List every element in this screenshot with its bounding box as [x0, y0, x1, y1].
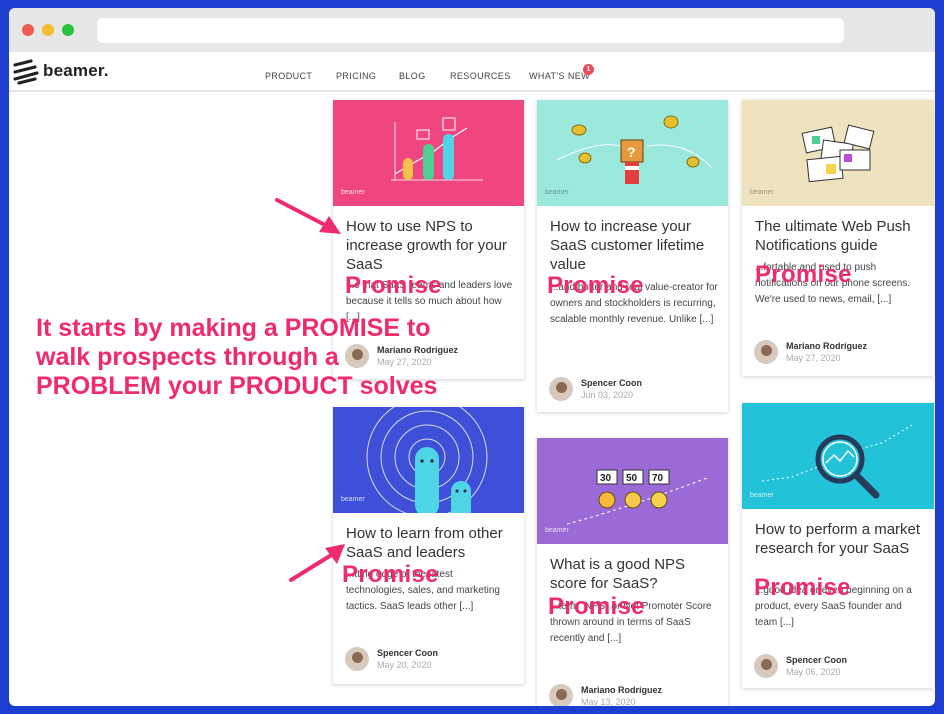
browser-chrome	[9, 8, 935, 52]
card-title[interactable]: How to increase your SaaS customer lifet…	[550, 217, 718, 274]
author-name[interactable]: Mariano Rodríguez	[786, 341, 867, 351]
card-thumbnail: beamer	[742, 403, 934, 509]
card-mini-logo: beamer	[545, 527, 569, 534]
address-bar[interactable]	[97, 18, 844, 43]
close-window-button[interactable]	[22, 24, 34, 36]
nav-product[interactable]: PRODUCT	[265, 71, 312, 81]
author-name[interactable]: Spencer Coon	[786, 655, 847, 665]
author-name[interactable]: Mariano Rodríguez	[581, 685, 662, 695]
card-thumbnail: 30 50 70 beamer	[537, 438, 728, 544]
promise-label-6: Promise	[754, 574, 851, 601]
author-name[interactable]: Spencer Coon	[377, 648, 438, 658]
promise-label-3: Promise	[755, 261, 852, 288]
score-30: 30	[600, 473, 612, 484]
card-title[interactable]: What is a good NPS score for SaaS?	[550, 555, 718, 593]
post-date: May 27, 2020	[786, 353, 841, 363]
score-50: 50	[626, 473, 638, 484]
nav-whats-new[interactable]: WHAT'S NEW	[529, 71, 590, 81]
nav-blog[interactable]: BLOG	[399, 71, 426, 81]
author-name[interactable]: Spencer Coon	[581, 378, 642, 388]
promise-label-5: Promise	[548, 593, 645, 620]
author-avatar	[345, 647, 369, 671]
arrow-icon	[289, 544, 345, 582]
maximize-window-button[interactable]	[62, 24, 74, 36]
post-date: May 20, 2020	[377, 660, 432, 670]
post-date: Jun 03, 2020	[581, 390, 634, 400]
author-avatar	[754, 340, 778, 364]
post-date: May 06, 2020	[786, 667, 841, 677]
author-avatar	[549, 377, 573, 401]
card-thumbnail: beamer	[333, 100, 524, 206]
blog-card-good-nps[interactable]: 30 50 70 beamer What is a good NPS score…	[537, 438, 728, 706]
nav-resources[interactable]: RESOURCES	[450, 71, 511, 81]
blog-card-market-research[interactable]: beamer How to perform a market research …	[742, 403, 934, 688]
post-date: May 13, 2020	[581, 697, 636, 706]
browser-window: beamer. PRODUCT PRICING BLOG RESOURCES W…	[9, 8, 935, 706]
beamer-logo-icon[interactable]	[13, 59, 39, 85]
card-mini-logo: beamer	[545, 189, 569, 196]
blog-card-lifetime-value[interactable]: ? beamer How to increase your SaaS custo…	[537, 100, 728, 412]
score-70: 70	[652, 473, 664, 484]
card-title[interactable]: How to perform a market research for you…	[755, 520, 925, 558]
card-thumbnail: beamer	[333, 407, 524, 513]
notification-badge: 1	[583, 64, 594, 75]
card-mini-logo: beamer	[750, 492, 774, 499]
annotation-callout: It starts by making a PROMISE to walk pr…	[36, 314, 438, 400]
promise-label-1: Promise	[345, 272, 442, 299]
svg-text:?: ?	[627, 144, 636, 160]
card-mini-logo: beamer	[341, 496, 365, 503]
site-navbar: beamer. PRODUCT PRICING BLOG RESOURCES W…	[9, 52, 935, 92]
promise-label-2: Promise	[547, 272, 644, 299]
author-avatar	[754, 654, 778, 678]
card-thumbnail: beamer	[742, 100, 934, 206]
minimize-window-button[interactable]	[42, 24, 54, 36]
card-title[interactable]: The ultimate Web Push Notifications guid…	[755, 217, 925, 255]
brand-name[interactable]: beamer.	[43, 61, 109, 81]
card-title[interactable]: How to learn from other SaaS and leaders	[346, 524, 514, 562]
nav-pricing[interactable]: PRICING	[336, 71, 376, 81]
blog-card-web-push[interactable]: beamer The ultimate Web Push Notificatio…	[742, 100, 934, 376]
card-title[interactable]: How to use NPS to increase growth for yo…	[346, 217, 514, 274]
author-avatar	[549, 684, 573, 706]
arrow-icon	[275, 198, 341, 234]
card-thumbnail: ? beamer	[537, 100, 728, 206]
card-mini-logo: beamer	[750, 189, 774, 196]
